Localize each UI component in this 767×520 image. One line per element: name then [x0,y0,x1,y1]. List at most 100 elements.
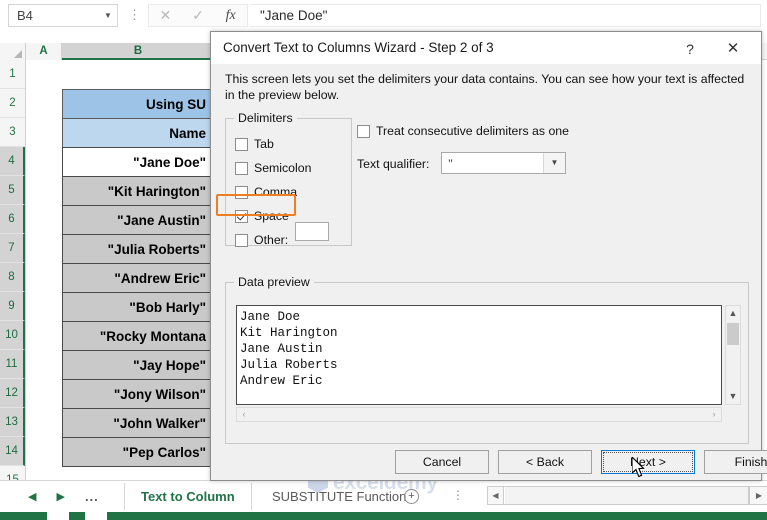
row-header-1[interactable]: 1 [0,60,25,89]
name-box-value: B4 [17,8,33,23]
sheet-overflow-icon[interactable]: ... [85,489,99,504]
status-bar-strip [0,512,767,520]
row-header-14[interactable]: 14 [0,437,25,466]
data-preview-group-label: Data preview [234,275,314,289]
name-box[interactable]: B4 ▼ [8,4,118,27]
row-header-6[interactable]: 6 [0,205,25,234]
cell-b11[interactable]: "Jay Hope" [62,350,215,380]
checkbox-treat-consecutive-box[interactable] [357,124,370,138]
tab-bar-more-icon[interactable]: ⋮ [452,489,464,501]
select-all-corner[interactable] [0,43,26,60]
next-button-label: Next > [603,452,693,472]
checkbox-other[interactable]: Other: [235,233,288,247]
close-icon[interactable]: ✕ [713,39,753,59]
status-strip-gap-1 [47,512,69,520]
row-header-column: 1 2 3 4 5 6 7 8 9 10 11 12 13 14 15 [0,60,26,495]
checkbox-semicolon[interactable]: Semicolon [235,161,311,175]
scroll-right-icon[interactable]: ▶ [749,486,767,505]
preview-line: Jane Doe [240,310,301,324]
confirm-entry-icon[interactable]: ✓ [182,7,215,24]
first-sheet-icon[interactable]: ◀ [28,490,36,503]
cell-b6[interactable]: "Jane Austin" [62,205,215,235]
row-header-11[interactable]: 11 [0,350,25,379]
space-checkbox-highlight [216,194,296,216]
checkbox-treat-consecutive[interactable]: Treat consecutive delimiters as one [357,124,569,138]
cancel-button[interactable]: Cancel [395,450,489,474]
formula-input[interactable]: "Jane Doe" [250,4,761,27]
delimiters-group-label: Delimiters [234,111,297,125]
horizontal-scrollbar[interactable]: ◀ [487,486,749,505]
formula-bar-more-icon[interactable]: ⋮ [128,8,141,22]
checkbox-other-box[interactable] [235,233,248,247]
finish-button[interactable]: Finish [704,450,767,474]
preview-scrollbar-thumb[interactable] [727,323,739,345]
horizontal-scrollbar-thumb[interactable] [504,487,748,504]
formula-bar: B4 ▼ ⋮ ✕ ✓ fx "Jane Doe" [0,0,767,31]
row-header-4[interactable]: 4 [0,147,25,176]
checkbox-tab[interactable]: Tab [235,137,274,151]
dialog-title-bar[interactable]: Convert Text to Columns Wizard - Step 2 … [211,32,761,64]
preview-line: Kit Harington [240,326,338,340]
checkbox-semicolon-box[interactable] [235,161,248,175]
insert-function-icon[interactable]: fx [214,8,247,24]
chevron-down-icon[interactable]: ▼ [99,11,117,20]
cancel-entry-icon[interactable]: ✕ [149,7,182,24]
cell-b13[interactable]: "John Walker" [62,408,215,438]
cell-b14[interactable]: "Pep Carlos" [62,437,215,467]
cell-b2[interactable]: Using SU [62,89,215,119]
preview-horizontal-scrollbar[interactable]: ‹ › [236,407,722,422]
cell-b10[interactable]: "Rocky Montana [62,321,215,351]
chevron-down-icon[interactable]: ▼ [543,153,565,173]
status-strip-gap-2 [85,512,107,520]
scroll-left-icon[interactable]: ‹ [237,408,251,421]
row-header-10[interactable]: 10 [0,321,25,350]
text-qualifier-value: " [448,155,453,170]
help-icon[interactable]: ? [677,39,703,59]
column-header-a[interactable]: A [26,43,62,60]
cell-b9[interactable]: "Bob Harly" [62,292,215,322]
sheet-nav-buttons: ◀ ▶ ... [10,483,120,510]
column-header-b[interactable]: B [62,43,215,60]
row-header-3[interactable]: 3 [0,118,25,147]
cell-b4[interactable]: "Jane Doe" [62,147,215,177]
text-to-columns-wizard-dialog: Convert Text to Columns Wizard - Step 2 … [210,31,767,481]
preview-line: Andrew Eric [240,374,323,388]
cell-b5[interactable]: "Kit Harington" [62,176,215,206]
data-preview-group: Data preview Jane Doe Kit Harington Jane… [225,275,749,444]
cell-b3[interactable]: Name [62,118,215,148]
preview-vertical-scrollbar[interactable]: ▲ ▼ [725,305,741,405]
text-qualifier-select[interactable]: " ▼ [441,152,566,174]
checkbox-tab-box[interactable] [235,137,248,151]
last-sheet-icon[interactable]: ▶ [56,490,64,503]
scroll-down-icon[interactable]: ▼ [726,389,740,404]
scroll-left-icon[interactable]: ◀ [488,487,504,504]
next-button[interactable]: Next > [601,450,695,474]
row-header-8[interactable]: 8 [0,263,25,292]
cell-b7[interactable]: "Julia Roberts" [62,234,215,264]
checkbox-other-label: Other: [254,233,289,247]
text-qualifier-label: Text qualifier: [357,157,430,171]
checkbox-tab-label: Tab [254,137,274,151]
scroll-up-icon[interactable]: ▲ [726,306,740,321]
row-header-13[interactable]: 13 [0,408,25,437]
sheet-tab-text-to-column[interactable]: Text to Column [124,483,252,510]
row-header-9[interactable]: 9 [0,292,25,321]
formula-bar-buttons: ✕ ✓ fx [148,4,248,27]
sheet-tab-substitute-function[interactable]: SUBSTITUTE Function [256,483,422,510]
dialog-title: Convert Text to Columns Wizard - Step 2 … [223,40,494,55]
row-header-2[interactable]: 2 [0,89,25,118]
other-delimiter-input[interactable] [295,222,329,241]
preview-line: Julia Roberts [240,358,338,372]
dialog-description: This screen lets you set the delimiters … [225,72,745,102]
data-preview-pane[interactable]: Jane Doe Kit Harington Jane Austin Julia… [236,305,722,405]
row-header-7[interactable]: 7 [0,234,25,263]
back-button[interactable]: < Back [498,450,592,474]
row-header-5[interactable]: 5 [0,176,25,205]
scroll-right-icon[interactable]: › [707,408,721,421]
cell-b8[interactable]: "Andrew Eric" [62,263,215,293]
row-header-12[interactable]: 12 [0,379,25,408]
add-sheet-button[interactable]: + [404,489,419,504]
preview-line: Jane Austin [240,342,323,356]
cell-b12[interactable]: "Jony Wilson" [62,379,215,409]
delimiters-group: Delimiters Tab Semicolon Comma Space Oth… [225,111,352,247]
